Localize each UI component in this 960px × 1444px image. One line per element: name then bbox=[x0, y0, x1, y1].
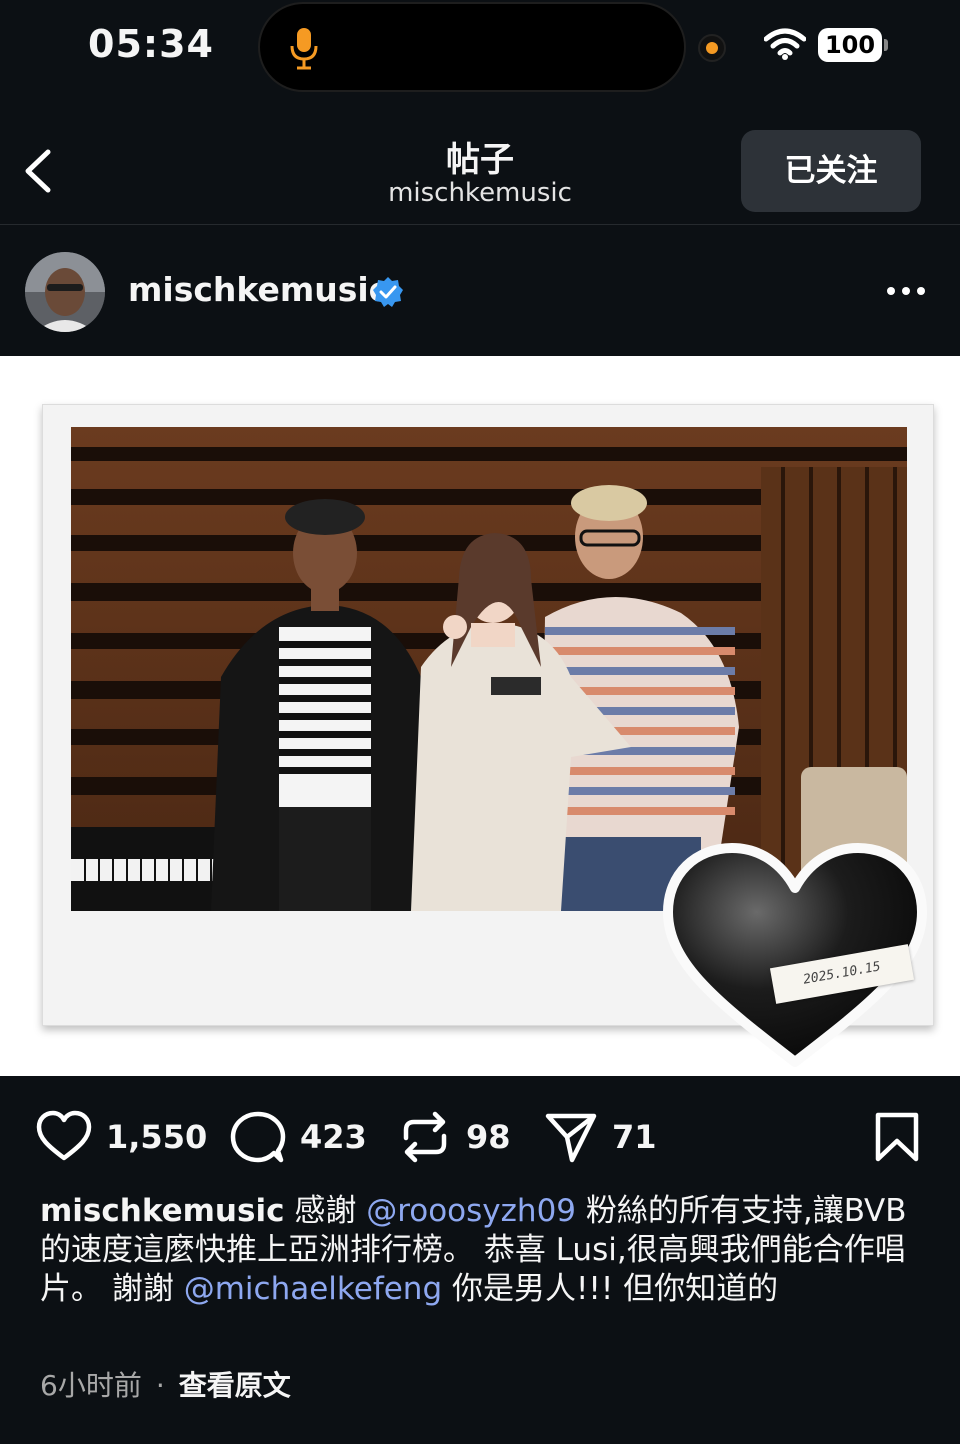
caption-username[interactable]: mischkemusic bbox=[40, 1193, 284, 1229]
avatar-image bbox=[25, 252, 105, 332]
comment-count: 423 bbox=[300, 1118, 367, 1156]
share-action[interactable]: 71 bbox=[544, 1110, 664, 1164]
comment-icon[interactable] bbox=[230, 1110, 286, 1164]
like-count: 1,550 bbox=[106, 1118, 208, 1156]
status-time: 05:34 bbox=[88, 22, 214, 66]
caption-mention[interactable]: @michaelkefeng bbox=[184, 1271, 442, 1307]
caption-mention[interactable]: @rooosyzh09 bbox=[366, 1193, 576, 1229]
author-row: mischkemusic bbox=[0, 226, 960, 356]
post-caption: mischkemusic 感謝 @rooosyzh09 粉絲的所有支持,讓BVB… bbox=[40, 1192, 930, 1309]
caption-text: 你是男人!!! 但你知道的 bbox=[442, 1271, 779, 1307]
more-horizontal-icon[interactable] bbox=[884, 276, 928, 306]
like-action[interactable]: 1,550 bbox=[36, 1110, 208, 1164]
see-translation-link[interactable]: 查看原文 bbox=[179, 1369, 291, 1402]
verified-badge-icon bbox=[373, 277, 403, 307]
microphone-icon bbox=[290, 28, 318, 70]
share-icon[interactable] bbox=[544, 1110, 598, 1164]
meta-separator: · bbox=[155, 1369, 165, 1402]
bookmark-icon[interactable] bbox=[874, 1112, 920, 1162]
status-bar: 05:34 100 bbox=[0, 0, 960, 95]
avatar[interactable] bbox=[25, 252, 105, 332]
author-username[interactable]: mischkemusic bbox=[128, 270, 388, 309]
following-button[interactable]: 已关注 bbox=[741, 130, 921, 212]
post-timestamp: 6小时前 bbox=[40, 1369, 142, 1402]
privacy-indicator-icon bbox=[698, 34, 726, 62]
heart-icon[interactable] bbox=[36, 1110, 92, 1164]
post-header: 帖子 mischkemusic 已关注 bbox=[0, 110, 960, 225]
action-bar: 1,550 423 98 71 bbox=[0, 1076, 960, 1194]
post-image[interactable]: 2025.10.15 bbox=[0, 356, 960, 1076]
wifi-icon bbox=[764, 28, 806, 60]
repost-icon[interactable] bbox=[398, 1110, 452, 1164]
comment-action[interactable]: 423 bbox=[230, 1110, 380, 1164]
repost-action[interactable]: 98 bbox=[398, 1110, 528, 1164]
dynamic-island bbox=[258, 2, 686, 92]
repost-count: 98 bbox=[466, 1118, 511, 1156]
battery-icon: 100 bbox=[818, 28, 888, 62]
caption-text: 感謝 bbox=[284, 1193, 367, 1229]
share-count: 71 bbox=[612, 1118, 657, 1156]
post-meta: 6小时前 · 查看原文 bbox=[40, 1364, 291, 1404]
